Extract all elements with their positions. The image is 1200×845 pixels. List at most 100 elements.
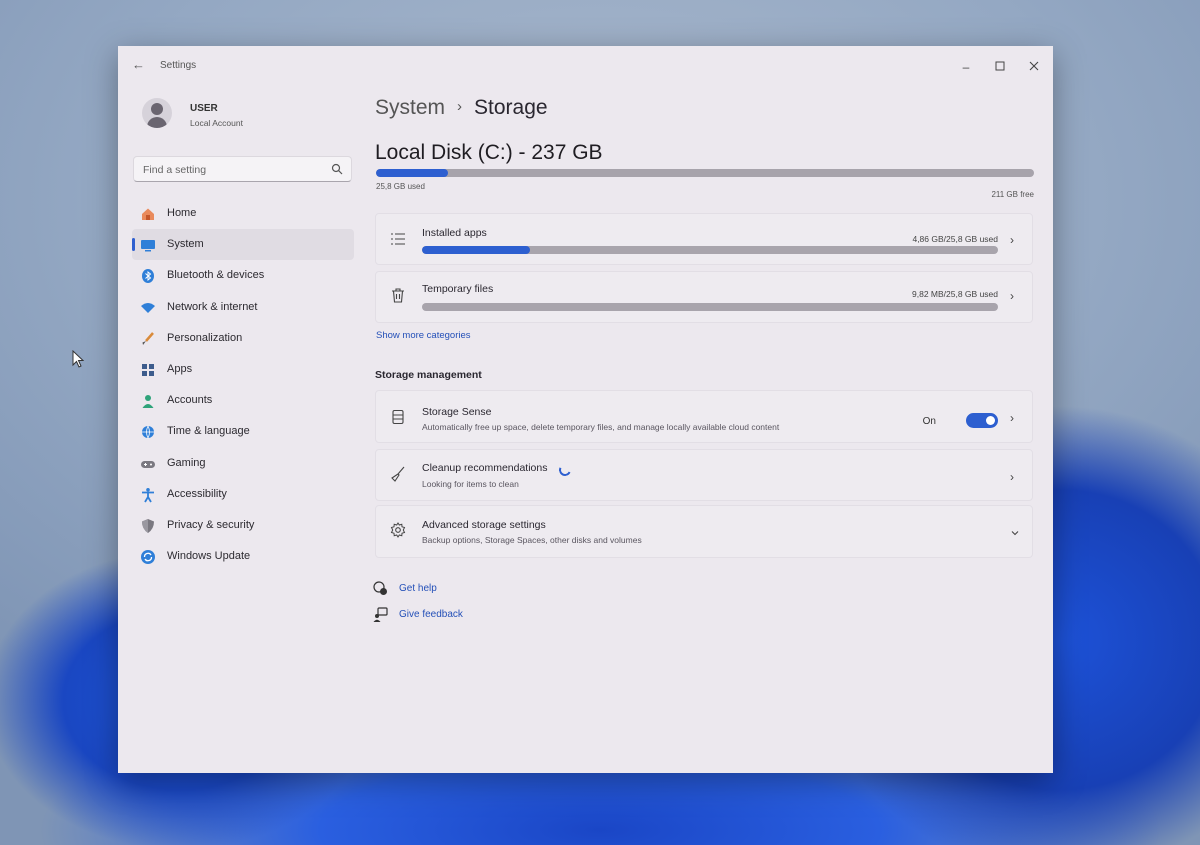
cleanup-subtitle: Looking for items to clean	[422, 479, 519, 489]
sidebar-item-label: Apps	[167, 362, 193, 375]
storage-sense-subtitle: Automatically free up space, delete temp…	[422, 422, 780, 432]
breadcrumb: System › Storage	[375, 96, 548, 120]
sidebar-item-label: Gaming	[167, 456, 206, 469]
breadcrumb-parent[interactable]: System	[375, 96, 445, 119]
update-icon	[141, 550, 155, 565]
storage-sense-toggle[interactable]	[966, 413, 998, 428]
category-installed-apps[interactable]: Installed apps 4,86 GB/25,8 GB used ›	[375, 213, 1033, 265]
sidebar-item-label: Personalization	[167, 331, 243, 344]
settings-window: ← Settings – USER Local Account Find a s…	[118, 46, 1053, 773]
accessibility-icon	[142, 487, 154, 503]
loading-spinner-icon	[557, 462, 573, 478]
sidebar-item-network[interactable]: Network & internet	[132, 292, 354, 323]
category-usage-bar	[422, 246, 998, 254]
avatar-head	[151, 103, 163, 115]
close-icon	[1029, 61, 1039, 71]
avatar[interactable]	[142, 98, 172, 128]
home-icon	[142, 208, 154, 220]
sidebar-item-label: Privacy & security	[167, 518, 255, 531]
shield-icon	[142, 518, 154, 533]
category-usage-bar	[422, 303, 998, 311]
chevron-right-icon: ›	[1010, 470, 1014, 484]
disk-usage-bar	[376, 169, 1034, 177]
storage-sense-card[interactable]: Storage Sense Automatically free up spac…	[375, 390, 1033, 443]
page-title: Storage	[474, 96, 548, 119]
category-title: Installed apps	[422, 227, 487, 239]
sidebar-item-label: Home	[167, 207, 197, 219]
title-bar: ← Settings –	[118, 46, 1053, 84]
sidebar-item-time-language[interactable]: Time & language	[132, 416, 354, 447]
chevron-right-icon: ›	[1010, 233, 1014, 247]
sidebar-item-gaming[interactable]: Gaming	[132, 448, 354, 479]
back-arrow-icon[interactable]: ←	[132, 58, 148, 72]
sidebar-item-windows-update[interactable]: Windows Update	[132, 541, 354, 572]
feedback-icon	[373, 607, 388, 622]
sidebar-item-accounts[interactable]: Accounts	[132, 385, 354, 416]
close-button[interactable]	[1027, 60, 1041, 74]
advanced-storage-settings-card[interactable]: Advanced storage settings Backup options…	[375, 505, 1033, 558]
search-input[interactable]: Find a setting	[133, 156, 352, 182]
chevron-down-icon	[1011, 531, 1019, 536]
account-type: Local Account	[190, 118, 243, 128]
chevron-right-icon: ›	[1010, 411, 1014, 425]
cleanup-title: Cleanup recommendations	[422, 462, 548, 474]
sidebar-item-label: Time & language	[167, 425, 250, 438]
accounts-icon	[142, 395, 154, 409]
chevron-right-icon: ›	[1010, 289, 1014, 303]
sidebar-item-label: Accessibility	[167, 487, 227, 500]
user-name: USER	[190, 103, 218, 114]
give-feedback-label: Give feedback	[399, 609, 463, 620]
storage-drive-icon	[392, 409, 404, 425]
storage-sense-title: Storage Sense	[422, 406, 492, 418]
globe-icon	[142, 426, 154, 440]
sidebar-item-label: Accounts	[167, 394, 213, 407]
toggle-knob	[986, 416, 995, 425]
sidebar-item-home[interactable]: Home	[132, 198, 354, 229]
sidebar-item-personalization[interactable]: Personalization	[132, 323, 354, 354]
gamepad-icon	[141, 460, 155, 468]
sidebar-item-accessibility[interactable]: Accessibility	[132, 479, 354, 510]
storage-management-heading: Storage management	[375, 369, 482, 381]
toggle-state-label: On	[922, 416, 936, 427]
category-value: 4,86 GB/25,8 GB used	[912, 234, 998, 244]
search-placeholder: Find a setting	[143, 164, 207, 176]
sidebar-item-label: System	[167, 238, 204, 251]
sidebar-item-system[interactable]: System	[132, 229, 354, 261]
category-title: Temporary files	[422, 283, 494, 295]
avatar-body	[147, 117, 167, 128]
advanced-storage-title: Advanced storage settings	[422, 519, 546, 531]
minimize-button[interactable]: –	[959, 60, 973, 74]
broom-icon	[391, 466, 405, 482]
disk-title: Local Disk (C:) - 237 GB	[375, 141, 603, 164]
sidebar-item-privacy[interactable]: Privacy & security	[132, 510, 354, 541]
cleanup-recommendations-card[interactable]: Cleanup recommendations Looking for item…	[375, 449, 1033, 501]
bluetooth-icon	[142, 269, 154, 284]
disk-free-label: 211 GB free	[991, 190, 1034, 199]
brush-icon	[142, 331, 154, 345]
gear-icon	[390, 522, 406, 538]
sidebar-item-label: Network & internet	[167, 300, 258, 313]
advanced-storage-subtitle: Backup options, Storage Spaces, other di…	[422, 535, 642, 545]
category-value: 9,82 MB/25,8 GB used	[912, 289, 998, 299]
system-icon	[141, 240, 155, 252]
mouse-cursor-icon	[72, 350, 84, 368]
disk-used-label: 25,8 GB used	[376, 182, 425, 191]
sidebar-item-bluetooth[interactable]: Bluetooth & devices	[132, 260, 354, 291]
app-title: Settings	[160, 60, 197, 71]
apps-icon	[142, 363, 154, 376]
search-icon	[331, 163, 343, 175]
chevron-right-icon: ›	[457, 98, 463, 115]
category-temporary-files[interactable]: Temporary files 9,82 MB/25,8 GB used ›	[375, 271, 1033, 323]
wifi-icon	[141, 302, 155, 313]
sidebar-nav: Home System Bluetooth & devices Network …	[132, 198, 354, 572]
show-more-categories-link[interactable]: Show more categories	[376, 330, 471, 341]
maximize-icon	[995, 61, 1005, 71]
category-usage-fill	[422, 246, 531, 254]
get-help-label: Get help	[399, 583, 437, 594]
maximize-button[interactable]	[993, 60, 1007, 74]
help-chat-icon	[373, 581, 387, 595]
sidebar-item-label: Windows Update	[167, 550, 251, 563]
sidebar-item-label: Bluetooth & devices	[167, 269, 265, 282]
disk-usage-fill	[376, 169, 448, 177]
sidebar-item-apps[interactable]: Apps	[132, 354, 354, 385]
